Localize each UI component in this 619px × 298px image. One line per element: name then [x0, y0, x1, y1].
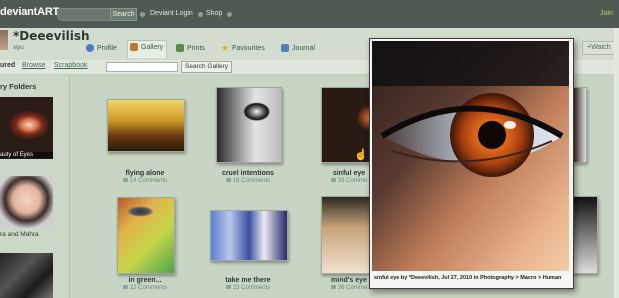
- separator-dot-icon: [227, 12, 232, 17]
- comment-icon: [330, 178, 336, 183]
- gallery-search-input[interactable]: [106, 62, 178, 72]
- folder-caption: auty of Eyes: [0, 152, 53, 158]
- comment-count[interactable]: 14 Comments: [100, 178, 190, 184]
- browse-link[interactable]: Browse: [22, 62, 45, 69]
- comment-icon: [225, 285, 231, 290]
- deviation-title[interactable]: take me there: [203, 277, 293, 284]
- preview-caption[interactable]: sinful eye by *Deeevilish, Jul 27, 2010 …: [374, 275, 561, 281]
- thumbnail-in-green[interactable]: [117, 197, 175, 274]
- search-button[interactable]: Search: [110, 8, 137, 21]
- folder-beauty-of-eyes[interactable]: [0, 97, 53, 159]
- comment-icon: [225, 178, 231, 183]
- comment-count[interactable]: 18 Comments: [203, 178, 293, 184]
- deviantart-logo[interactable]: deviantART: [0, 6, 59, 18]
- tab-gallery[interactable]: Gallery: [127, 40, 168, 58]
- folders-title: ry Folders: [0, 82, 37, 91]
- folder-ra-and-mahra[interactable]: [0, 176, 53, 228]
- thumbnail-take-me-there[interactable]: [210, 210, 288, 261]
- user-tagline: xiyu: [13, 45, 24, 51]
- star-icon: ★: [221, 43, 230, 54]
- comment-icon: [122, 178, 128, 183]
- info-icon: [86, 44, 94, 53]
- join-link[interactable]: Join: [600, 10, 613, 17]
- folder-dark-hands[interactable]: [0, 253, 53, 298]
- deviation-title[interactable]: flying alone: [100, 170, 190, 177]
- avatar[interactable]: [0, 30, 8, 50]
- thumbnail-partial[interactable]: [572, 196, 598, 274]
- comment-count[interactable]: 23 Comments: [203, 285, 293, 291]
- search-input[interactable]: [57, 8, 111, 21]
- hand-cursor-icon: ☝: [354, 149, 368, 161]
- thumbnail-flying-alone[interactable]: [107, 99, 185, 152]
- prints-icon: [176, 44, 184, 53]
- shop-link[interactable]: Shop: [206, 10, 222, 17]
- scrapbook-link[interactable]: Scrapbook: [54, 62, 87, 69]
- username[interactable]: *Deeevilish: [13, 29, 90, 43]
- preview-image[interactable]: [372, 41, 569, 271]
- deviant-login-link[interactable]: Deviant Login: [150, 10, 193, 17]
- scrollbar[interactable]: [614, 28, 619, 298]
- separator-dot-icon: [198, 12, 203, 17]
- separator-dot-icon: [140, 12, 145, 17]
- search-gallery-button[interactable]: Search Gallery: [181, 61, 232, 73]
- tab-journal[interactable]: Journal: [279, 42, 318, 56]
- thumbnail-partial[interactable]: [572, 87, 587, 163]
- comment-icon: [330, 285, 336, 290]
- thumbnail-minds-eye[interactable]: [321, 196, 371, 274]
- tab-prints[interactable]: Prints: [174, 42, 208, 56]
- journal-icon: [281, 44, 289, 53]
- thumbnail-cruel-intentions[interactable]: [216, 87, 282, 163]
- tab-profile[interactable]: Profile: [84, 42, 120, 56]
- folder-label[interactable]: ra and Mahra: [0, 231, 39, 238]
- gallery-icon: [130, 43, 138, 52]
- deviation-title[interactable]: in green...: [100, 277, 190, 284]
- comment-icon: [122, 285, 128, 290]
- deviation-title[interactable]: cruel intentions: [203, 170, 293, 177]
- tab-favourites[interactable]: ★ Favourites: [219, 42, 268, 56]
- featured-link[interactable]: ured: [0, 62, 15, 69]
- eye-illustration: [372, 41, 569, 271]
- comment-count[interactable]: 22 Comments: [100, 285, 190, 291]
